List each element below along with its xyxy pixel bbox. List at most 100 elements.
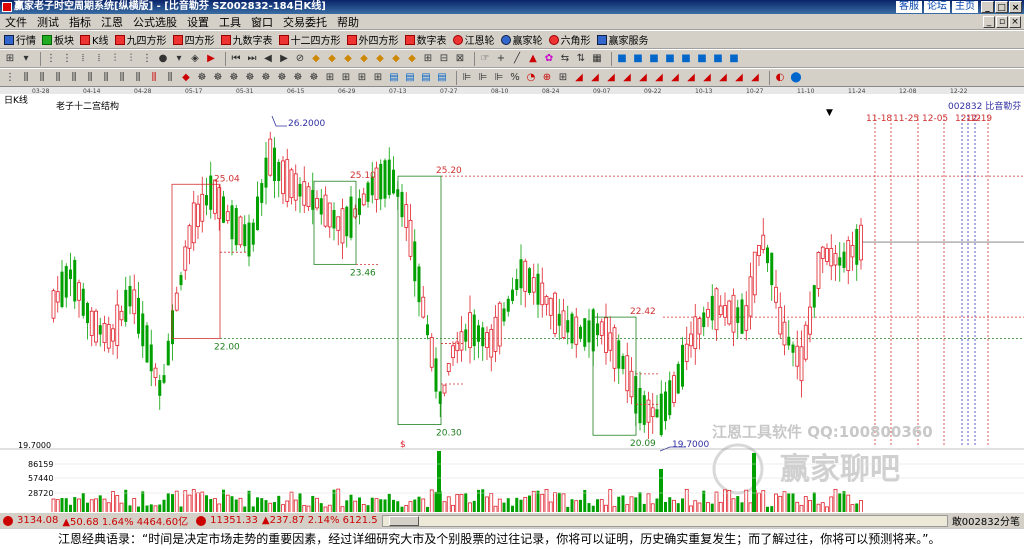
drawing-tool[interactable]: ▤ (388, 72, 400, 84)
chart-area[interactable]: 03-28 04-14 04-28 05-17 05-31 06-15 06-29 07-13… (0, 86, 1024, 513)
menu-settings[interactable]: 设置 (182, 14, 214, 30)
drawing-tool[interactable]: ◢ (573, 72, 585, 84)
drawing-tool[interactable]: ▲ (527, 53, 539, 65)
drawing-tool[interactable]: ⫼ (100, 72, 112, 84)
drawing-tool[interactable]: ■ (712, 53, 724, 65)
link-kefu[interactable]: 客服 (896, 1, 922, 13)
drawing-tool[interactable]: ⬤ (790, 72, 802, 84)
drawing-tool[interactable]: ▶ (278, 53, 290, 65)
drawing-tool[interactable]: ⋮ (4, 72, 16, 84)
drawing-tool[interactable]: ☸ (196, 72, 208, 84)
drawing-tool[interactable]: ◢ (589, 72, 601, 84)
drawing-tool[interactable]: ▤ (404, 72, 416, 84)
drawing-tool[interactable]: ◢ (653, 72, 665, 84)
drawing-tool[interactable]: ▤ (436, 72, 448, 84)
drawing-tool[interactable]: ⊕ (541, 72, 553, 84)
drawing-tool[interactable]: ◐ (774, 72, 786, 84)
drawing-tool[interactable]: ▶ (205, 53, 217, 65)
drawing-tool[interactable]: ▾ (173, 53, 185, 65)
drawing-tool[interactable]: ⋮ (141, 53, 153, 65)
drawing-tool[interactable]: ■ (696, 53, 708, 65)
drawing-tool[interactable]: ⫼ (116, 72, 128, 84)
drawing-tool[interactable]: ◆ (390, 53, 402, 65)
drawing-tool[interactable]: ■ (728, 53, 740, 65)
kline-chart[interactable]: 03-28 04-14 04-28 05-17 05-31 06-15 06-29 07-13… (0, 87, 1024, 513)
drawing-tool[interactable]: ⊘ (294, 53, 306, 65)
drawing-tool[interactable]: ⫼ (36, 72, 48, 84)
drawing-tool[interactable]: ▾ (20, 53, 32, 65)
menu-gann[interactable]: 江恩 (96, 14, 128, 30)
drawing-tool[interactable]: ◆ (342, 53, 354, 65)
link-zhuye[interactable]: 主页 (952, 1, 978, 13)
drawing-tool[interactable]: ⫼ (68, 72, 80, 84)
indicator-dropdown-arrow[interactable]: ▼ (826, 108, 833, 118)
drawing-tool[interactable]: ■ (680, 53, 692, 65)
drawing-tool[interactable]: ◔ (525, 72, 537, 84)
drawing-tool[interactable]: ☞ (479, 53, 491, 65)
tool-square4[interactable]: 四方形 (172, 32, 215, 47)
drawing-tool[interactable]: ⦙ (93, 53, 105, 65)
drawing-tool[interactable]: ◆ (358, 53, 370, 65)
drawing-tool[interactable]: ■ (632, 53, 644, 65)
drawing-tool[interactable]: ◢ (637, 72, 649, 84)
sh-index-value[interactable]: 3134.08 (17, 515, 58, 526)
drawing-tool[interactable]: ⊫ (493, 72, 505, 84)
drawing-tool[interactable]: ✿ (543, 53, 555, 65)
drawing-tool[interactable]: ☸ (276, 72, 288, 84)
menu-formula[interactable]: 公式选股 (128, 14, 182, 30)
child-restore-button[interactable]: ▫ (996, 15, 1008, 28)
sz-index-value[interactable]: 11351.33 (210, 515, 258, 526)
minimize-button[interactable]: _ (981, 1, 994, 13)
child-close-button[interactable]: × (1009, 15, 1021, 28)
drawing-tool[interactable]: ■ (616, 53, 628, 65)
menu-file[interactable]: 文件 (0, 14, 32, 30)
tool-number-table[interactable]: 数字表 (404, 32, 447, 47)
menu-trade[interactable]: 交易委托 (278, 14, 332, 30)
tool-hexagon[interactable]: 六角形 (548, 32, 591, 47)
drawing-tool[interactable]: ⋮ (45, 53, 57, 65)
drawing-tool[interactable]: ⊞ (557, 72, 569, 84)
drawing-tool[interactable]: ⊞ (422, 53, 434, 65)
drawing-tool[interactable]: ◆ (406, 53, 418, 65)
tool-square9[interactable]: 九四方形 (114, 32, 167, 47)
tick-label[interactable]: 敢002832分笔 (952, 513, 1020, 528)
drawing-tool[interactable]: ⫼ (84, 72, 96, 84)
drawing-tool[interactable]: ⦙ (77, 53, 89, 65)
drawing-tool[interactable]: ⏭ (246, 53, 258, 65)
tool-winner-wheel[interactable]: 赢家轮 (500, 32, 543, 47)
drawing-tool[interactable]: ⊫ (461, 72, 473, 84)
tool-gann-wheel[interactable]: 江恩轮 (452, 32, 495, 47)
scrollbar-thumb[interactable] (388, 515, 419, 526)
drawing-tool[interactable]: ⫶ (125, 53, 137, 65)
tool-kline[interactable]: K线 (80, 32, 109, 47)
drawing-tool[interactable]: ◀ (262, 53, 274, 65)
drawing-tool[interactable]: ⫼ (132, 72, 144, 84)
drawing-tool[interactable]: ☸ (292, 72, 304, 84)
drawing-tool[interactable]: ◢ (621, 72, 633, 84)
drawing-tool[interactable]: ◢ (749, 72, 761, 84)
drawing-tool[interactable]: ⊞ (356, 72, 368, 84)
tool-quote[interactable]: 行情 (4, 32, 36, 47)
drawing-tool[interactable]: ⫼ (164, 72, 176, 84)
drawing-tool[interactable]: ⊠ (454, 53, 466, 65)
drawing-tool[interactable]: ⊞ (324, 72, 336, 84)
drawing-tool[interactable]: ⊞ (372, 72, 384, 84)
drawing-tool[interactable]: ⫼ (148, 72, 160, 84)
menu-test[interactable]: 测试 (32, 14, 64, 30)
drawing-tool[interactable]: ⊞ (4, 53, 16, 65)
drawing-tool[interactable]: ■ (664, 53, 676, 65)
menu-help[interactable]: 帮助 (332, 14, 364, 30)
tool-outer-square[interactable]: 外四方形 (346, 32, 399, 47)
drawing-tool[interactable]: ◢ (717, 72, 729, 84)
drawing-tool[interactable]: ⫶ (109, 53, 121, 65)
drawing-tool[interactable]: ╱ (511, 53, 523, 65)
menu-indicator[interactable]: 指标 (64, 14, 96, 30)
drawing-tool[interactable]: ◆ (374, 53, 386, 65)
drawing-tool[interactable]: + (495, 53, 507, 65)
menu-window[interactable]: 窗口 (246, 14, 278, 30)
drawing-tool[interactable]: ◢ (685, 72, 697, 84)
drawing-tool[interactable]: ⊫ (477, 72, 489, 84)
drawing-tool[interactable]: ☸ (244, 72, 256, 84)
drawing-tool[interactable]: % (509, 72, 521, 84)
maximize-button[interactable]: □ (995, 1, 1008, 13)
